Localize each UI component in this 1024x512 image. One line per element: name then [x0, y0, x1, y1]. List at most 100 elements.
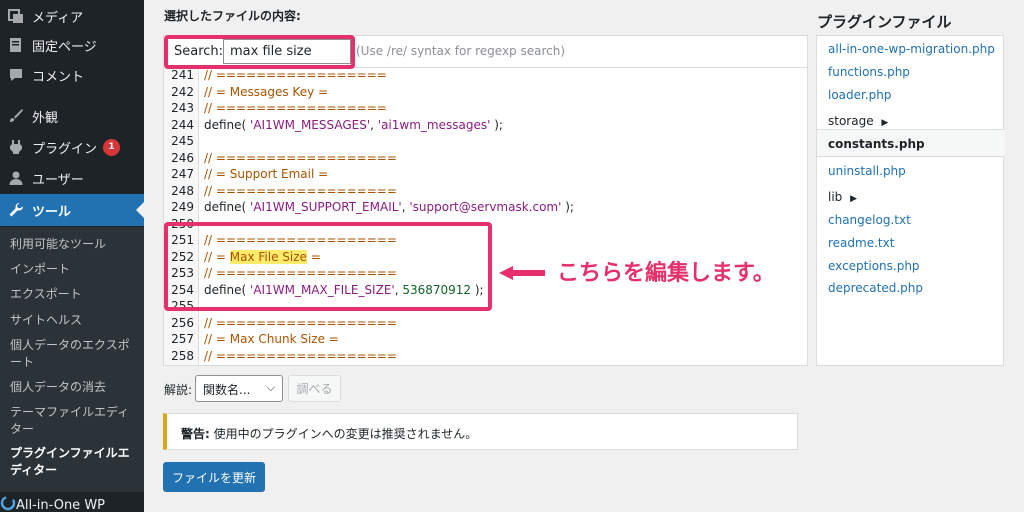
code-text: // = Max Chunk Size = — [204, 332, 339, 346]
folder-storage-label: storage — [828, 114, 874, 128]
menu-all-in-one-wp[interactable]: All-in-One WP — [0, 494, 144, 512]
search-highlight-box — [164, 35, 355, 69]
menu-media[interactable]: メディア — [0, 0, 144, 32]
submenu-theme-file-editor-line1: テーマファイルエディ — [10, 405, 130, 419]
code-line[interactable]: 249 define( 'AI1WM_SUPPORT_EMAIL', 'suppo… — [164, 199, 804, 215]
code-editor[interactable]: Search: (Use /re/ syntax for regexp sear… — [163, 35, 808, 366]
warning-message: 使用中のプラグインへの変更は推奨されません。 — [209, 427, 478, 441]
submenu-plugin-file-editor-line2: ディター — [10, 463, 58, 477]
line-number: 241 — [171, 68, 194, 82]
code-text: // = Support Email = — [204, 167, 329, 181]
code-line[interactable]: 257 // = Max Chunk Size = — [164, 331, 804, 347]
line-number: 248 — [171, 183, 194, 198]
function-name-select[interactable]: 関数名... ⌵ — [195, 375, 283, 402]
code-line[interactable]: 245 — [164, 133, 804, 149]
submenu-export-personal-data[interactable]: 個人データのエクスポ ート — [10, 337, 140, 371]
file-loader[interactable]: loader.php — [828, 88, 892, 102]
plugin-file-list: all-in-one-wp-migration.php functions.ph… — [816, 35, 1005, 366]
submenu-export[interactable]: エクスポート — [10, 286, 140, 303]
code-text: define( 'AI1WM_MESSAGES', 'ai1wm_message… — [204, 117, 503, 132]
file-readme[interactable]: readme.txt — [828, 236, 894, 250]
media-icon — [8, 8, 24, 24]
code-line[interactable]: 243 // ================= — [164, 100, 804, 116]
menu-appearance-label: 外観 — [32, 110, 59, 126]
code-line[interactable]: 256 // ================== — [164, 315, 804, 331]
lookup-button[interactable]: 調べる — [288, 375, 341, 402]
code-line[interactable]: 247 // = Support Email = — [164, 166, 804, 182]
comment-icon — [8, 67, 24, 83]
folder-storage[interactable]: storage ▶ — [828, 114, 888, 128]
arrow-left-icon — [499, 265, 545, 284]
submenu-import[interactable]: インポート — [10, 261, 140, 278]
submenu-erase-personal-data[interactable]: 個人データの消去 — [10, 379, 140, 396]
plugin-files-heading: プラグインファイル — [817, 13, 952, 31]
caret-right-icon: ▶ — [881, 118, 889, 128]
folder-lib[interactable]: lib ▶ — [828, 190, 857, 204]
code-line[interactable]: 241 // ================= — [164, 67, 804, 83]
menu-plugins[interactable]: プラグイン 1 — [0, 131, 144, 163]
line-number: 242 — [171, 84, 194, 99]
search-hint: (Use /re/ syntax for regexp search) — [356, 44, 566, 58]
function-name-select-value: 関数名... — [203, 383, 251, 397]
submenu-export-personal-data-line1: 個人データのエクスポ — [10, 338, 130, 352]
file-all-in-one-wp-migration[interactable]: all-in-one-wp-migration.php — [828, 42, 995, 56]
chevron-down-icon: ⌵ — [266, 381, 275, 394]
menu-comments-label: コメント — [32, 69, 85, 85]
submenu-theme-file-editor-line2: ター — [10, 422, 35, 436]
menu-users[interactable]: ユーザー — [0, 162, 144, 194]
annotation-label: こちらを編集します。 — [557, 261, 775, 286]
wrench-icon — [8, 202, 24, 218]
line-number: 257 — [171, 332, 194, 346]
warning-text: 警告: 使用中のプラグインへの変更は推奨されません。 — [181, 425, 477, 442]
submenu-plugin-file-editor[interactable]: プラグインファイルエ ディター — [10, 445, 140, 479]
line-number: 245 — [171, 134, 194, 148]
submenu-theme-file-editor[interactable]: テーマファイルエディ ター — [10, 404, 140, 438]
folder-lib-label: lib — [828, 190, 843, 204]
line-number: 243 — [171, 101, 194, 115]
file-exceptions[interactable]: exceptions.php — [828, 259, 920, 273]
admin-sidebar: メディア 固定ページ コメント 外観 プラグイン 1 ユーザー ツール 利用可能… — [0, 0, 144, 512]
file-deprecated[interactable]: deprecated.php — [828, 281, 923, 295]
code-area[interactable]: 241 // ================= 242 // = Messages … — [164, 67, 807, 365]
menu-media-label: メディア — [32, 10, 84, 26]
menu-users-label: ユーザー — [32, 172, 84, 188]
menu-tools[interactable]: ツール — [0, 194, 144, 226]
menu-appearance[interactable]: 外観 — [0, 100, 144, 132]
brush-icon — [8, 108, 24, 124]
submenu-export-personal-data-line2: ート — [10, 355, 35, 369]
line-number: 256 — [171, 315, 194, 330]
warning-strong: 警告: — [181, 427, 210, 441]
code-text: define( 'AI1WM_SUPPORT_EMAIL', 'support@… — [204, 200, 574, 214]
page-icon — [8, 37, 24, 53]
line-number: 247 — [171, 167, 194, 181]
submenu-plugin-file-editor-line1: プラグインファイルエ — [10, 446, 130, 460]
file-content-heading: 選択したファイルの内容: — [164, 9, 301, 23]
caret-right-icon: ▶ — [850, 194, 858, 204]
menu-all-in-one-wp-label: All-in-One WP — [16, 497, 106, 512]
code-line[interactable]: 258 // ================== — [164, 348, 804, 364]
menu-tools-label: ツール — [32, 204, 72, 220]
plugin-icon — [8, 139, 24, 155]
file-functions[interactable]: functions.php — [828, 65, 910, 79]
submenu-site-health[interactable]: サイトヘルス — [10, 312, 140, 329]
code-text: // = Messages Key = — [204, 84, 329, 99]
documentation-label: 解説: — [164, 383, 193, 397]
code-line[interactable]: 248 // ================== — [164, 183, 804, 199]
menu-plugins-label: プラグイン — [32, 141, 98, 157]
code-text: // ================== — [204, 348, 397, 363]
file-changelog[interactable]: changelog.txt — [828, 213, 911, 227]
migration-icon — [0, 495, 16, 512]
submenu-available-tools[interactable]: 利用可能なツール — [10, 236, 140, 253]
menu-comments[interactable]: コメント — [0, 59, 144, 91]
code-text: // ================== — [204, 315, 397, 330]
user-icon — [8, 170, 24, 186]
file-uninstall[interactable]: uninstall.php — [828, 164, 906, 178]
file-constants[interactable]: constants.php — [828, 137, 925, 151]
code-line[interactable]: 244 define( 'AI1WM_MESSAGES', 'ai1wm_mess… — [164, 117, 804, 133]
code-line[interactable]: 242 // = Messages Key = — [164, 84, 804, 100]
menu-pages[interactable]: 固定ページ — [0, 29, 144, 61]
code-line[interactable]: 246 // ================== — [164, 150, 804, 166]
line-number: 246 — [171, 150, 194, 165]
update-file-button[interactable]: ファイルを更新 — [163, 462, 265, 492]
menu-pages-label: 固定ページ — [32, 39, 97, 55]
